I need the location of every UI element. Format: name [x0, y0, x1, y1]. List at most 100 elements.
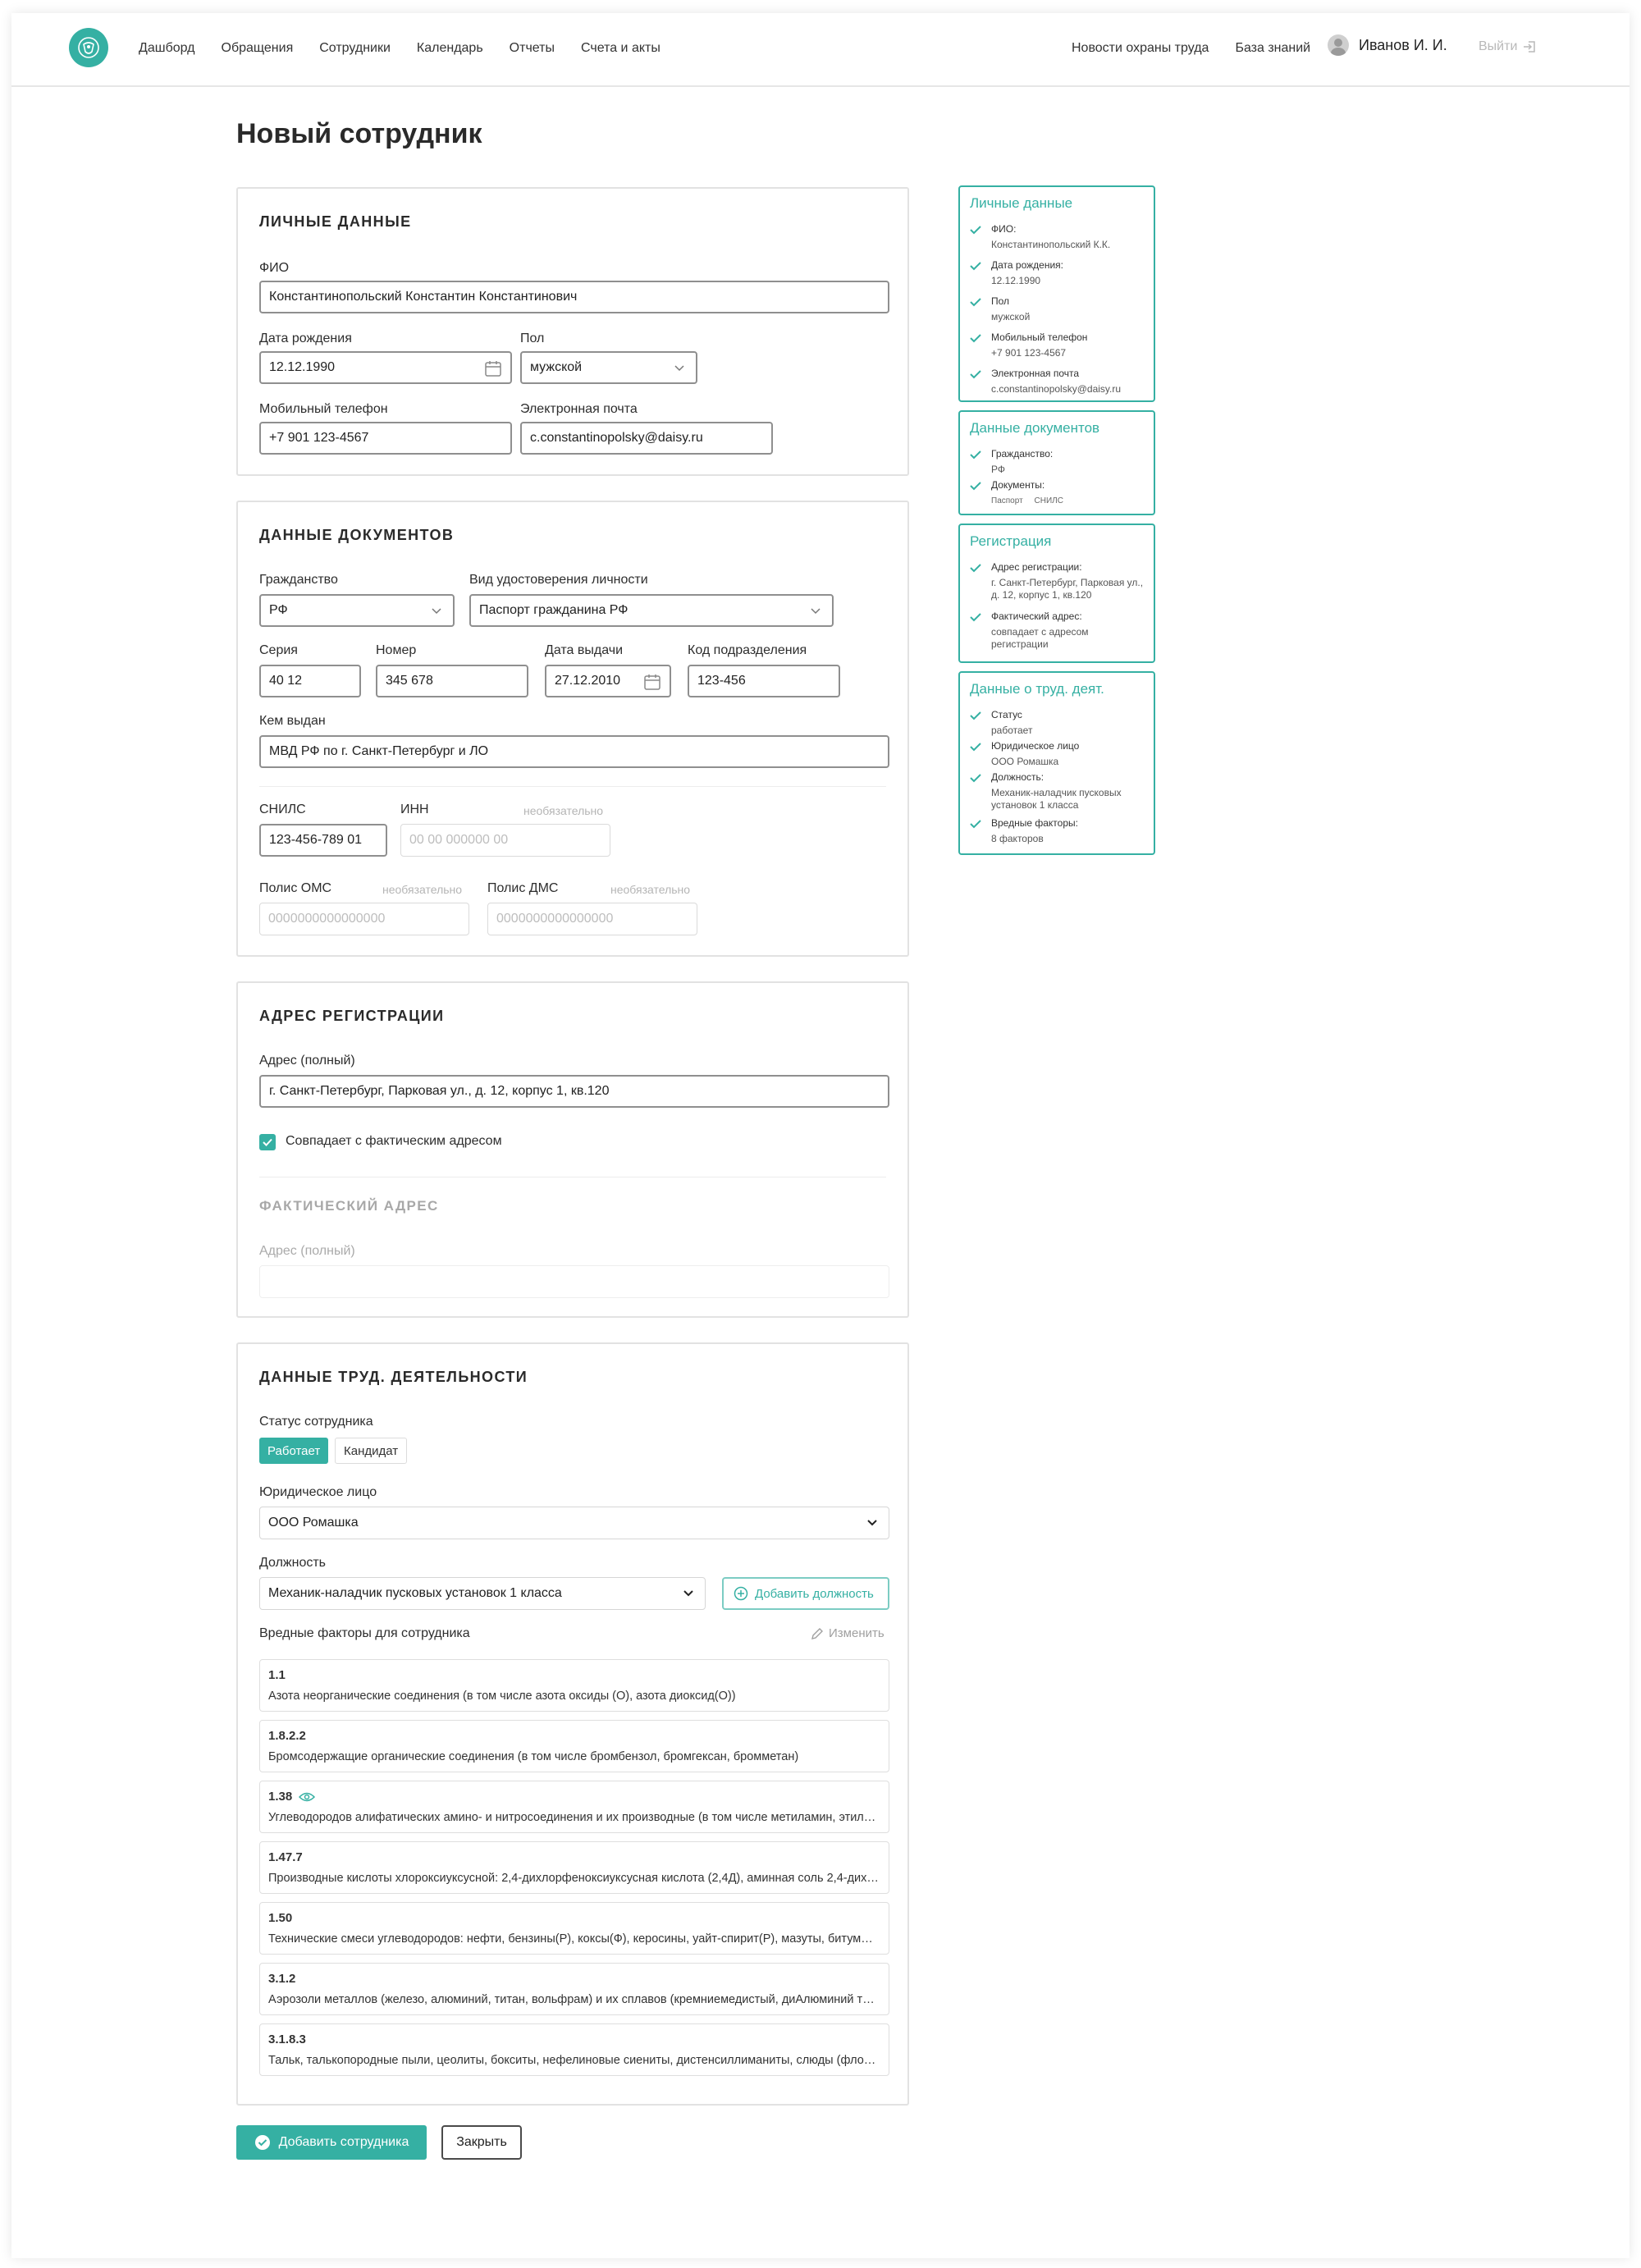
factor-description: Азота неорганические соединения (в том ч… [268, 1690, 736, 1703]
chevron-down-icon [674, 365, 684, 372]
dms-input[interactable]: 0000000000000000 [487, 903, 697, 935]
issue-date-label: Дата выдачи [545, 643, 624, 657]
hazard-factor-item[interactable]: 1.1 Азота неорганические соединения (в т… [259, 1659, 889, 1712]
hazard-factor-item[interactable]: 3.1.8.3 Тальк, талькопородные пыли, цеол… [259, 2023, 889, 2076]
same-address-label[interactable]: Совпадает с фактическим адресом [286, 1134, 502, 1149]
company-logo[interactable] [69, 28, 108, 67]
number-input[interactable]: 345 678 [376, 665, 528, 697]
checkmark-icon [970, 711, 981, 720]
id-type-select[interactable]: Паспорт гражданина РФ [469, 594, 834, 627]
inn-label: ИНН [400, 802, 429, 816]
series-label: Серия [259, 643, 298, 657]
factor-code: 1.50 [268, 1911, 292, 1925]
summary-personal-panel[interactable]: Личные данные ФИО: Константинопольский К… [958, 185, 1155, 402]
status-option-working[interactable]: Работает [259, 1438, 329, 1464]
add-employee-button[interactable]: Добавить сотрудника [236, 2125, 427, 2160]
factor-description: Бромсодержащие органические соединения (… [268, 1750, 799, 1763]
logout-button[interactable]: Выйти [1479, 39, 1537, 54]
factor-code: 3.1.8.3 [268, 2033, 306, 2046]
personal-data-card: ЛИЧНЫЕ ДАННЫЕ ФИО Константинопольский Ко… [236, 187, 909, 476]
hazard-factor-item[interactable]: 1.47.7 Производные кислоты хлороксиуксус… [259, 1841, 889, 1894]
dms-label: Полис ДМС [487, 881, 559, 895]
nav-knowledge-base[interactable]: База знаний [1235, 41, 1310, 56]
factor-code-text: 1.1 [268, 1668, 286, 1682]
position-select[interactable]: Механик-наладчик пусковых установок 1 кл… [259, 1577, 706, 1610]
inn-input[interactable]: 00 00 000000 00 [400, 824, 610, 857]
factor-code-text: 1.8.2.2 [268, 1729, 306, 1743]
summary-key: Мобильный телефон [991, 332, 1088, 343]
nav-calendar[interactable]: Календарь [417, 41, 483, 56]
issue-date-value: 27.12.2010 [555, 674, 621, 688]
eye-icon[interactable] [299, 1791, 316, 1803]
factor-code-text: 1.38 [268, 1790, 293, 1804]
same-address-checkbox[interactable] [259, 1134, 276, 1150]
dept-code-input[interactable]: 123-456 [688, 665, 840, 697]
phone-input[interactable]: +7 901 123-4567 [259, 422, 512, 455]
legal-entity-select[interactable]: ООО Ромашка [259, 1507, 889, 1539]
nav-requests[interactable]: Обращения [222, 41, 294, 56]
summary-key: Адрес регистрации: [991, 561, 1082, 573]
close-button[interactable]: Закрыть [441, 2125, 522, 2160]
checkmark-icon [970, 820, 981, 829]
email-input[interactable]: c.constantinopolsky@daisy.ru [520, 422, 773, 455]
summary-value: совпадает с адресом регистрации [991, 626, 1089, 650]
nav-employees[interactable]: Сотрудники [319, 41, 391, 56]
summary-value: Механик-наладчик пусковых установок 1 кл… [991, 787, 1122, 811]
add-position-button[interactable]: Добавить должность [722, 1577, 889, 1610]
check-circle-icon [254, 2135, 270, 2150]
gender-select[interactable]: мужской [520, 351, 697, 384]
hazard-factors-label: Вредные факторы для сотрудника [259, 1626, 470, 1640]
checkmark-icon [970, 262, 981, 271]
oms-optional-hint: необязательно [382, 883, 463, 896]
summary-key: Должность: [991, 771, 1044, 783]
summary-documents-title: Данные документов [970, 420, 1100, 436]
nav-safety-news[interactable]: Новости охраны труда [1072, 41, 1209, 56]
gender-value: мужской [530, 360, 583, 374]
checkmark-icon [970, 774, 981, 783]
checkmark-icon [970, 298, 981, 307]
issue-date-input[interactable]: 27.12.2010 [545, 665, 671, 697]
summary-value: работает [991, 725, 1033, 736]
actual-address-input[interactable] [259, 1265, 889, 1298]
summary-work-panel[interactable]: Данные о труд. деят. Статус работает Юри… [958, 671, 1155, 855]
summary-documents-panel[interactable]: Данные документов Гражданство: РФ Докуме… [958, 410, 1155, 515]
summary-value: РФ [991, 464, 1005, 475]
hazard-factor-item[interactable]: 3.1.2 Аэрозоли металлов (железо, алюмини… [259, 1963, 889, 2015]
nav-reports[interactable]: Отчеты [510, 41, 555, 56]
birth-date-input[interactable]: 12.12.1990 [259, 351, 512, 384]
calendar-icon[interactable] [484, 359, 502, 377]
oms-input[interactable]: 0000000000000000 [259, 903, 469, 935]
edit-factors-button[interactable]: Изменить [811, 1626, 884, 1640]
actual-address-label: Адрес (полный) [259, 1244, 355, 1258]
factor-description: Производные кислоты хлороксиуксусной: 2,… [268, 1872, 879, 1885]
hazard-factor-item[interactable]: 1.50 Технические смеси углеводородов: не… [259, 1902, 889, 1955]
summary-key: Электронная почта [991, 368, 1080, 379]
fio-input[interactable]: Константинопольский Константин Константи… [259, 281, 889, 313]
hazard-factor-item[interactable]: 1.38 Углеводородов алифатических амино- … [259, 1781, 889, 1833]
id-type-value: Паспорт гражданина РФ [479, 603, 629, 617]
series-input[interactable]: 40 12 [259, 665, 361, 697]
address-full-input[interactable]: г. Санкт-Петербург, Парковая ул., д. 12,… [259, 1075, 889, 1108]
status-option-candidate[interactable]: Кандидат [335, 1438, 408, 1464]
snils-input[interactable]: 123-456-789 01 [259, 824, 387, 857]
nav-dashboard[interactable]: Дашборд [139, 41, 195, 56]
summary-personal-title: Личные данные [970, 195, 1073, 211]
summary-value: 8 факторов [991, 833, 1044, 844]
issued-by-input[interactable]: МВД РФ по г. Санкт-Петербург и ЛО [259, 735, 889, 768]
factor-code-text: 1.50 [268, 1911, 293, 1925]
user-menu[interactable]: Иванов И. И. [1328, 34, 1447, 56]
position-value: Механик-наладчик пусковых установок 1 кл… [268, 1586, 562, 1600]
checkmark-icon [970, 334, 981, 343]
checkmark-icon [970, 370, 981, 379]
citizenship-select[interactable]: РФ [259, 594, 455, 627]
add-employee-label: Добавить сотрудника [278, 2135, 409, 2149]
nav-invoices[interactable]: Счета и акты [581, 41, 661, 56]
chevron-down-icon [811, 608, 820, 615]
summary-registration-panel[interactable]: Регистрация Адрес регистрации: г. Санкт-… [958, 524, 1155, 663]
factor-code: 1.47.7 [268, 1850, 303, 1864]
documents-card: ДАННЫЕ ДОКУМЕНТОВ Гражданство РФ Вид удо… [236, 501, 909, 957]
checkmark-icon [970, 613, 981, 622]
summary-value: c.constantinopolsky@daisy.ru [991, 383, 1122, 395]
calendar-icon[interactable] [643, 673, 661, 691]
hazard-factor-item[interactable]: 1.8.2.2 Бромсодержащие органические соед… [259, 1720, 889, 1772]
